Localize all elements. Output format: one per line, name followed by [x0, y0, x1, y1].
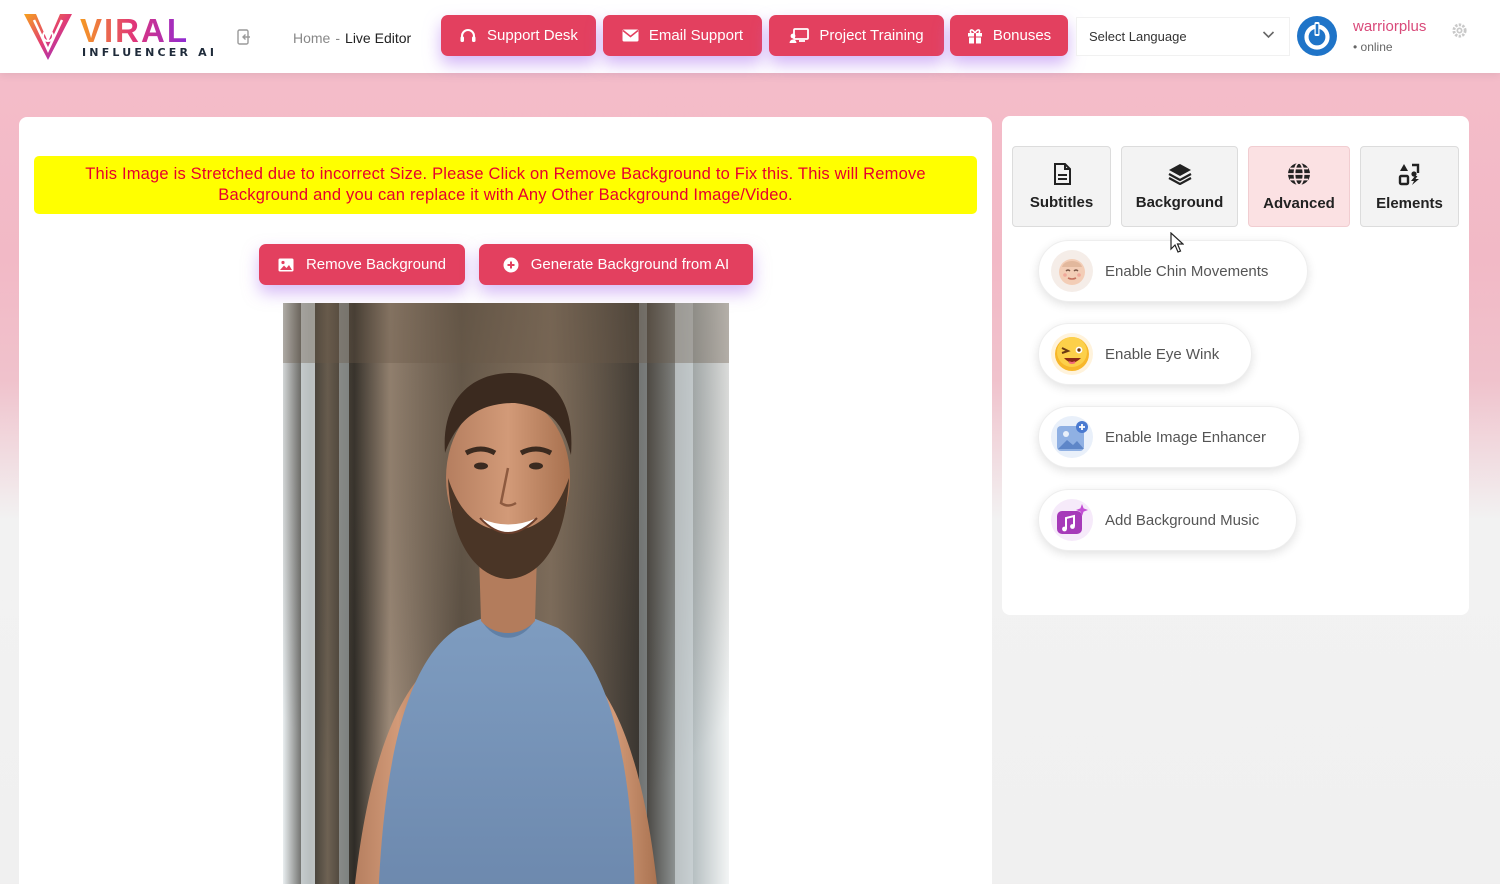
background-music-toggle[interactable]: Add Background Music [1038, 489, 1297, 551]
chin-movements-label: Enable Chin Movements [1105, 262, 1269, 280]
avatar-photo[interactable] [283, 303, 729, 884]
headset-icon [460, 28, 476, 42]
tab-advanced-label: Advanced [1263, 194, 1335, 212]
chevron-down-icon [1262, 31, 1275, 39]
man-portrait-image [283, 303, 729, 884]
gear-icon[interactable] [1451, 22, 1468, 39]
email-support-button[interactable]: Email Support [603, 15, 762, 56]
logo-icon [24, 14, 72, 60]
eye-wink-label: Enable Eye Wink [1105, 345, 1220, 363]
breadcrumb-current: Live Editor [345, 30, 412, 46]
bonuses-button[interactable]: Bonuses [950, 15, 1068, 56]
globe-icon [1288, 161, 1310, 186]
generate-background-button[interactable]: Generate Background from AI [479, 244, 753, 285]
user-status: • online [1353, 40, 1393, 54]
email-support-label: Email Support [648, 27, 744, 44]
music-icon [1051, 499, 1093, 541]
language-select-value: Select Language [1089, 29, 1187, 44]
bonuses-label: Bonuses [992, 27, 1052, 44]
file-icon [1053, 162, 1071, 185]
logo-subtitle: INFLUENCER AI [82, 46, 218, 59]
remove-background-button[interactable]: Remove Background [259, 244, 465, 285]
project-training-label: Project Training [819, 27, 924, 44]
username[interactable]: warriorplus [1353, 18, 1426, 35]
image-enhancer-toggle[interactable]: Enable Image Enhancer [1038, 406, 1300, 468]
tab-elements-label: Elements [1376, 194, 1443, 212]
music-graphic [1057, 504, 1088, 534]
eye-wink-toggle[interactable]: Enable Eye Wink [1038, 323, 1252, 385]
support-desk-button[interactable]: Support Desk [441, 15, 596, 56]
project-training-button[interactable]: Project Training [769, 15, 944, 56]
gift-icon [967, 28, 982, 44]
face-icon-graphic [1059, 259, 1085, 285]
shapes-icon [1398, 163, 1419, 185]
tab-background[interactable]: Background [1121, 146, 1238, 227]
layers-icon [1167, 163, 1192, 185]
options-panel: Subtitles Background Advanced Elements E… [1002, 116, 1469, 615]
breadcrumb-separator: - [335, 30, 341, 46]
wink-emoji-icon [1051, 333, 1093, 375]
tab-subtitles-label: Subtitles [1029, 193, 1094, 211]
envelope-icon [622, 29, 639, 42]
image-enhancer-label: Enable Image Enhancer [1105, 428, 1266, 446]
mouse-cursor-icon [1170, 232, 1184, 253]
logo-word: VIRAL [80, 12, 189, 49]
background-music-label: Add Background Music [1105, 511, 1260, 529]
chalkboard-icon [789, 27, 810, 43]
app-logo[interactable]: VIRAL INFLUENCER AI [22, 10, 222, 62]
face-icon [1051, 250, 1093, 292]
breadcrumb-home[interactable]: Home [293, 30, 330, 46]
remove-background-label: Remove Background [305, 256, 447, 273]
tab-elements[interactable]: Elements [1360, 146, 1459, 227]
tab-subtitles[interactable]: Subtitles [1012, 146, 1111, 227]
wink-emoji-graphic [1055, 337, 1089, 371]
tab-background-label: Background [1135, 193, 1224, 211]
language-select[interactable]: Select Language [1076, 17, 1290, 56]
avatar[interactable] [1297, 16, 1337, 56]
plus-circle-icon [503, 257, 519, 272]
top-header: VIRAL INFLUENCER AI Home - Live Editor Sup… [0, 0, 1500, 73]
image-icon [278, 258, 294, 271]
image-enhance-graphic [1057, 421, 1088, 451]
editor-canvas-panel: This Image is Stretched due to incorrect… [19, 117, 992, 884]
breadcrumb: Home - Live Editor [293, 30, 411, 46]
stretched-image-warning: This Image is Stretched due to incorrect… [34, 156, 977, 214]
image-enhance-icon [1051, 416, 1093, 458]
sidebar-toggle-icon[interactable] [236, 28, 254, 46]
tab-advanced[interactable]: Advanced [1248, 146, 1350, 227]
support-desk-label: Support Desk [487, 27, 578, 44]
generate-background-label: Generate Background from AI [530, 256, 730, 273]
